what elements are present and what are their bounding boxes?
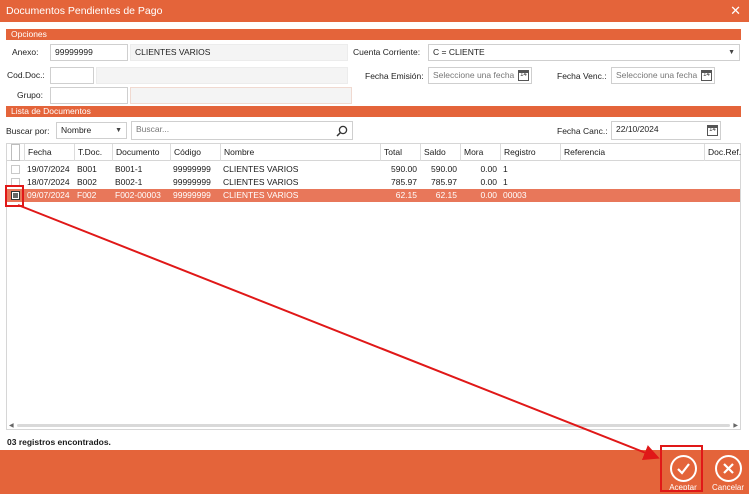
anexo-code-field[interactable]: 99999999: [50, 44, 128, 61]
fecha-emision-label: Fecha Emisión:: [365, 71, 424, 81]
fecha-canc-value: 22/10/2024: [616, 124, 659, 134]
cell-mora: 0.00: [480, 164, 497, 174]
row-checkbox[interactable]: [11, 165, 20, 174]
cancelar-button[interactable]: Cancelar: [710, 452, 746, 492]
cell-saldo: 62.15: [435, 190, 457, 200]
cell-tdoc: F002: [77, 190, 97, 200]
aceptar-button[interactable]: Aceptar: [665, 452, 701, 492]
horizontal-scrollbar[interactable]: [17, 424, 730, 427]
column-header[interactable]: Saldo: [420, 144, 460, 161]
cuenta-corriente-value: C = CLIENTE: [433, 47, 485, 57]
cell-total: 62.15: [395, 190, 417, 200]
cell-registro: 1: [503, 164, 508, 174]
table-row-selected[interactable]: 09/07/2024 F002 F002-00003 99999999 CLIE…: [7, 189, 740, 202]
table-row[interactable]: 18/07/2024 B002 B002-1 99999999 CLIENTES…: [7, 176, 740, 189]
fecha-canc-label: Fecha Canc.:: [557, 126, 608, 136]
documents-table: Fecha T.Doc. Documento Código Nombre Tot…: [6, 143, 741, 430]
cell-documento: F002-00003: [115, 190, 161, 200]
lista-header: Lista de Documentos: [6, 106, 741, 117]
fecha-venc-label: Fecha Venc.:: [557, 71, 607, 81]
scroll-right-icon[interactable]: ▶: [733, 422, 738, 429]
fecha-emision-field[interactable]: Seleccione una fecha 14: [428, 67, 532, 84]
scroll-left-icon[interactable]: ◀: [9, 422, 14, 429]
search-placeholder: Buscar...: [136, 124, 170, 134]
cell-codigo: 99999999: [173, 177, 211, 187]
cell-codigo: 99999999: [173, 190, 211, 200]
buscar-por-value: Nombre: [61, 125, 92, 135]
cell-registro: 1: [503, 177, 508, 187]
opciones-header: Opciones: [6, 29, 741, 40]
anexo-label: Anexo:: [12, 47, 39, 57]
cuenta-corriente-label: Cuenta Corriente:: [353, 47, 421, 57]
calendar-icon[interactable]: 14: [518, 70, 529, 81]
cell-fecha: 09/07/2024: [27, 190, 70, 200]
column-header[interactable]: Documento: [112, 144, 170, 161]
grupo-label: Grupo:: [17, 90, 43, 100]
buscar-por-select[interactable]: Nombre ▼: [56, 122, 127, 139]
cell-nombre: CLIENTES VARIOS: [223, 190, 299, 200]
cell-nombre: CLIENTES VARIOS: [223, 177, 299, 187]
cell-total: 785.97: [391, 177, 417, 187]
cell-total: 590.00: [391, 164, 417, 174]
close-icon[interactable]: ✕: [730, 3, 741, 19]
calendar-icon[interactable]: 14: [707, 125, 718, 136]
fecha-emision-placeholder: Seleccione una fecha: [433, 70, 515, 80]
anexo-name-field: CLIENTES VARIOS: [130, 44, 348, 61]
search-icon[interactable]: [336, 125, 348, 137]
aceptar-label: Aceptar: [669, 483, 697, 492]
check-icon: [669, 455, 697, 482]
coddoc-description-field: [96, 67, 348, 84]
cell-documento: B001-1: [115, 164, 143, 174]
column-header[interactable]: Fecha: [24, 144, 74, 161]
x-icon: [714, 455, 742, 482]
cell-registro: 00003: [503, 190, 527, 200]
column-header[interactable]: Doc.Ref.: [704, 144, 741, 161]
buscar-por-label: Buscar por:: [6, 126, 50, 136]
fecha-venc-field[interactable]: Seleccione una fecha 14: [611, 67, 715, 84]
calendar-icon[interactable]: 14: [701, 70, 712, 81]
fecha-venc-placeholder: Seleccione una fecha: [616, 70, 698, 80]
column-header[interactable]: Mora: [460, 144, 500, 161]
status-text: 03 registros encontrados.: [7, 437, 111, 447]
search-input[interactable]: Buscar...: [131, 121, 353, 140]
cell-tdoc: B002: [77, 177, 97, 187]
table-header: Fecha T.Doc. Documento Código Nombre Tot…: [7, 144, 741, 161]
grupo-description-field: [130, 87, 352, 104]
cancelar-label: Cancelar: [711, 483, 744, 492]
table-row[interactable]: 19/07/2024 B001 B001-1 99999999 CLIENTES…: [7, 163, 740, 176]
cell-documento: B002-1: [115, 177, 143, 187]
cell-nombre: CLIENTES VARIOS: [223, 164, 299, 174]
fecha-canc-field[interactable]: 22/10/2024 14: [611, 121, 721, 140]
cell-saldo: 785.97: [431, 177, 457, 187]
chevron-down-icon: ▼: [115, 127, 122, 134]
chevron-down-icon: ▼: [728, 49, 735, 56]
coddoc-field[interactable]: [50, 67, 94, 84]
cell-mora: 0.00: [480, 177, 497, 187]
window-title: Documentos Pendientes de Pago: [6, 5, 163, 17]
cell-fecha: 19/07/2024: [27, 164, 70, 174]
cell-saldo: 590.00: [431, 164, 457, 174]
row-checkbox[interactable]: [11, 191, 20, 200]
cell-fecha: 18/07/2024: [27, 177, 70, 187]
cell-tdoc: B001: [77, 164, 97, 174]
column-header[interactable]: Nombre: [220, 144, 380, 161]
grupo-field[interactable]: [50, 87, 128, 104]
cell-codigo: 99999999: [173, 164, 211, 174]
cell-mora: 0.00: [480, 190, 497, 200]
coddoc-label: Cod.Doc.:: [7, 70, 45, 80]
column-header[interactable]: Referencia: [560, 144, 704, 161]
cuenta-corriente-select[interactable]: C = CLIENTE ▼: [428, 44, 740, 61]
column-header[interactable]: Total: [380, 144, 420, 161]
footer-bar: Aceptar Cancelar: [0, 450, 749, 494]
row-checkbox[interactable]: [11, 178, 20, 187]
column-header[interactable]: T.Doc.: [74, 144, 112, 161]
column-header[interactable]: Código: [170, 144, 220, 161]
select-all-checkbox[interactable]: [11, 144, 20, 161]
column-header[interactable]: Registro: [500, 144, 560, 161]
title-bar: Documentos Pendientes de Pago ✕: [0, 0, 749, 22]
